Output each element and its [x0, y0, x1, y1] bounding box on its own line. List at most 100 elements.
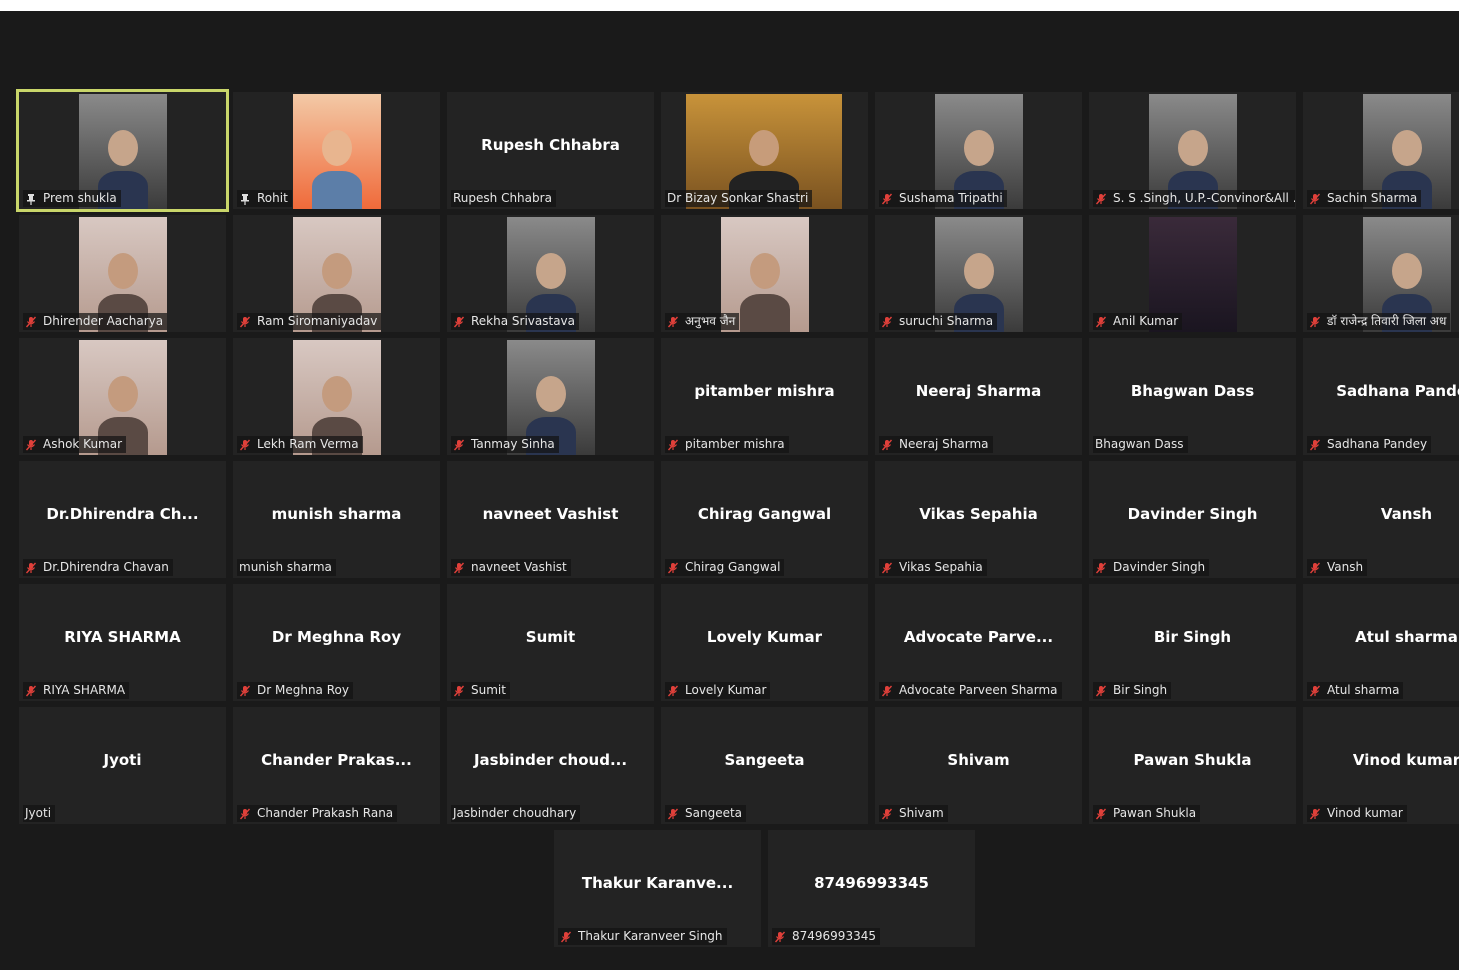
mic-muted-icon	[25, 316, 37, 328]
participant-tile[interactable]: Lovely Kumar Lovely Kumar	[661, 584, 868, 701]
participant-name: pitamber mishra	[685, 437, 785, 451]
participant-tile[interactable]: Bir Singh Bir Singh	[1089, 584, 1296, 701]
participant-name: navneet Vashist	[471, 560, 567, 574]
participant-name-label: Chander Prakash Rana	[237, 805, 398, 822]
participant-name-label: Shivam	[879, 805, 948, 822]
participant-name: Davinder Singh	[1113, 560, 1206, 574]
participant-tile[interactable]: Bhagwan Dass Bhagwan Dass	[1089, 338, 1296, 455]
participant-display-name: Neeraj Sharma	[915, 382, 1042, 400]
participant-name: Sadhana Pandey	[1327, 437, 1428, 451]
mic-muted-icon	[453, 685, 465, 697]
participant-name-label: Neeraj Sharma	[879, 436, 993, 453]
participant-tile[interactable]: Ashok Kumar	[19, 338, 226, 455]
participant-display-name: Dr.Dhirendra Ch...	[46, 505, 199, 523]
participant-tile[interactable]: Jyoti Jyoti	[19, 707, 226, 824]
participant-name: Jasbinder choudhary	[453, 806, 577, 820]
participant-display-name: Rupesh Chhabra	[481, 136, 620, 154]
participant-name-label: Dr Bizay Sonkar Shastri	[665, 190, 813, 207]
participant-tile[interactable]: डॉ राजेन्द्र तिवारी जिला अध	[1303, 215, 1459, 332]
participant-tile[interactable]: Sadhana Pandey Sadhana Pandey	[1303, 338, 1459, 455]
participant-name: Dhirender Aacharya	[43, 314, 164, 328]
participant-name-label: Sumit	[451, 682, 510, 699]
mic-muted-icon	[25, 562, 37, 574]
participant-display-name: Dr Meghna Roy	[271, 628, 402, 646]
mic-muted-icon	[667, 439, 679, 451]
participant-display-name: 87496993345	[814, 874, 929, 892]
participant-tile[interactable]: Thakur Karanve... Thakur Karanveer Singh	[554, 830, 761, 947]
participant-tile[interactable]: Dr.Dhirendra Ch... Dr.Dhirendra Chavan	[19, 461, 226, 578]
participant-name: S. S .Singh, U.P.-Convinor&All ...	[1113, 191, 1295, 205]
participant-display-name: Chirag Gangwal	[697, 505, 832, 523]
mic-muted-icon	[881, 685, 893, 697]
participant-name-label: Jyoti	[23, 805, 56, 822]
participant-tile[interactable]: munish sharma munish sharma	[233, 461, 440, 578]
mic-muted-icon	[1095, 685, 1107, 697]
mic-muted-icon	[1309, 808, 1321, 820]
participant-tile[interactable]: Davinder Singh Davinder Singh	[1089, 461, 1296, 578]
person-silhouette-face	[536, 376, 566, 412]
person-silhouette-body	[740, 294, 790, 332]
participant-tile[interactable]: Vinod kumar Vinod kumar	[1303, 707, 1459, 824]
participant-tile[interactable]: Chander Prakas... Chander Prakash Rana	[233, 707, 440, 824]
participant-tile[interactable]: Tanmay Sinha	[447, 338, 654, 455]
participant-tile[interactable]: Vikas Sepahia Vikas Sepahia	[875, 461, 1082, 578]
participant-name-label: Vinod kumar	[1307, 805, 1407, 822]
participant-tile[interactable]: S. S .Singh, U.P.-Convinor&All ...	[1089, 92, 1296, 209]
participant-tile[interactable]: Jasbinder choud... Jasbinder choudhary	[447, 707, 654, 824]
participant-tile[interactable]: Advocate Parve... Advocate Parveen Sharma	[875, 584, 1082, 701]
participant-display-name: Vinod kumar	[1352, 751, 1459, 769]
participant-tile[interactable]: Vansh Vansh	[1303, 461, 1459, 578]
participant-name-label: Tanmay Sinha	[451, 436, 559, 453]
participant-name-label: Rekha Srivastava	[451, 313, 580, 330]
participant-tile[interactable]: Dr Bizay Sonkar Shastri	[661, 92, 868, 209]
participant-name: Vikas Sepahia	[899, 560, 983, 574]
participant-display-name: Sumit	[525, 628, 576, 646]
participant-name-label: Dhirender Aacharya	[23, 313, 168, 330]
participant-name: Pawan Shukla	[1113, 806, 1197, 820]
participant-tile[interactable]: Dhirender Aacharya	[19, 215, 226, 332]
participant-name: Anil Kumar	[1113, 314, 1179, 328]
participant-name: अनुभव जैन	[685, 314, 736, 328]
participant-tile[interactable]: Rekha Srivastava	[447, 215, 654, 332]
gallery-view-grid: Prem shukla Rohit Rupesh Chhabra Rupesh Chh…	[0, 0, 1459, 970]
participant-tile[interactable]: Rohit	[233, 92, 440, 209]
participant-tile[interactable]: Pawan Shukla Pawan Shukla	[1089, 707, 1296, 824]
participant-tile[interactable]: Sangeeta Sangeeta	[661, 707, 868, 824]
participant-tile[interactable]: Ram Siromaniyadav	[233, 215, 440, 332]
participant-tile[interactable]: Chirag Gangwal Chirag Gangwal	[661, 461, 868, 578]
participant-tile[interactable]: Sushama Tripathi	[875, 92, 1082, 209]
mic-muted-icon	[1095, 193, 1107, 205]
participant-tile[interactable]: Sachin Sharma	[1303, 92, 1459, 209]
mic-muted-icon	[881, 562, 893, 574]
participant-tile[interactable]: Rupesh Chhabra Rupesh Chhabra	[447, 92, 654, 209]
participant-tile[interactable]: Prem shukla	[16, 89, 229, 212]
participant-tile[interactable]: अनुभव जैन	[661, 215, 868, 332]
participant-tile[interactable]: suruchi Sharma	[875, 215, 1082, 332]
person-silhouette-face	[108, 130, 138, 166]
participant-name: Thakur Karanveer Singh	[578, 929, 723, 943]
participant-display-name: Sadhana Pandey	[1336, 382, 1459, 400]
participant-name-label: Anil Kumar	[1093, 313, 1183, 330]
participant-tile[interactable]: Shivam Shivam	[875, 707, 1082, 824]
participant-display-name: Lovely Kumar	[706, 628, 823, 646]
participant-tile[interactable]: Anil Kumar	[1089, 215, 1296, 332]
participant-name-label: Sachin Sharma	[1307, 190, 1422, 207]
person-silhouette-face	[108, 253, 138, 289]
participant-display-name: Advocate Parve...	[903, 628, 1054, 646]
participant-tile[interactable]: Atul sharma Atul sharma	[1303, 584, 1459, 701]
mic-muted-icon	[881, 193, 893, 205]
participant-tile[interactable]: navneet Vashist navneet Vashist	[447, 461, 654, 578]
participant-tile[interactable]: pitamber mishra pitamber mishra	[661, 338, 868, 455]
participant-name: Vinod kumar	[1327, 806, 1403, 820]
participant-tile[interactable]: 87496993345 87496993345	[768, 830, 975, 947]
mic-muted-icon	[667, 562, 679, 574]
participant-tile[interactable]: Sumit Sumit	[447, 584, 654, 701]
participant-tile[interactable]: Dr Meghna Roy Dr Meghna Roy	[233, 584, 440, 701]
person-silhouette-face	[108, 376, 138, 412]
participant-tile[interactable]: Neeraj Sharma Neeraj Sharma	[875, 338, 1082, 455]
participant-tile[interactable]: RIYA SHARMA RIYA SHARMA	[19, 584, 226, 701]
participant-tile[interactable]: Lekh Ram Verma	[233, 338, 440, 455]
participant-name: Shivam	[899, 806, 944, 820]
participant-display-name: Pawan Shukla	[1133, 751, 1252, 769]
person-silhouette-face	[964, 253, 994, 289]
